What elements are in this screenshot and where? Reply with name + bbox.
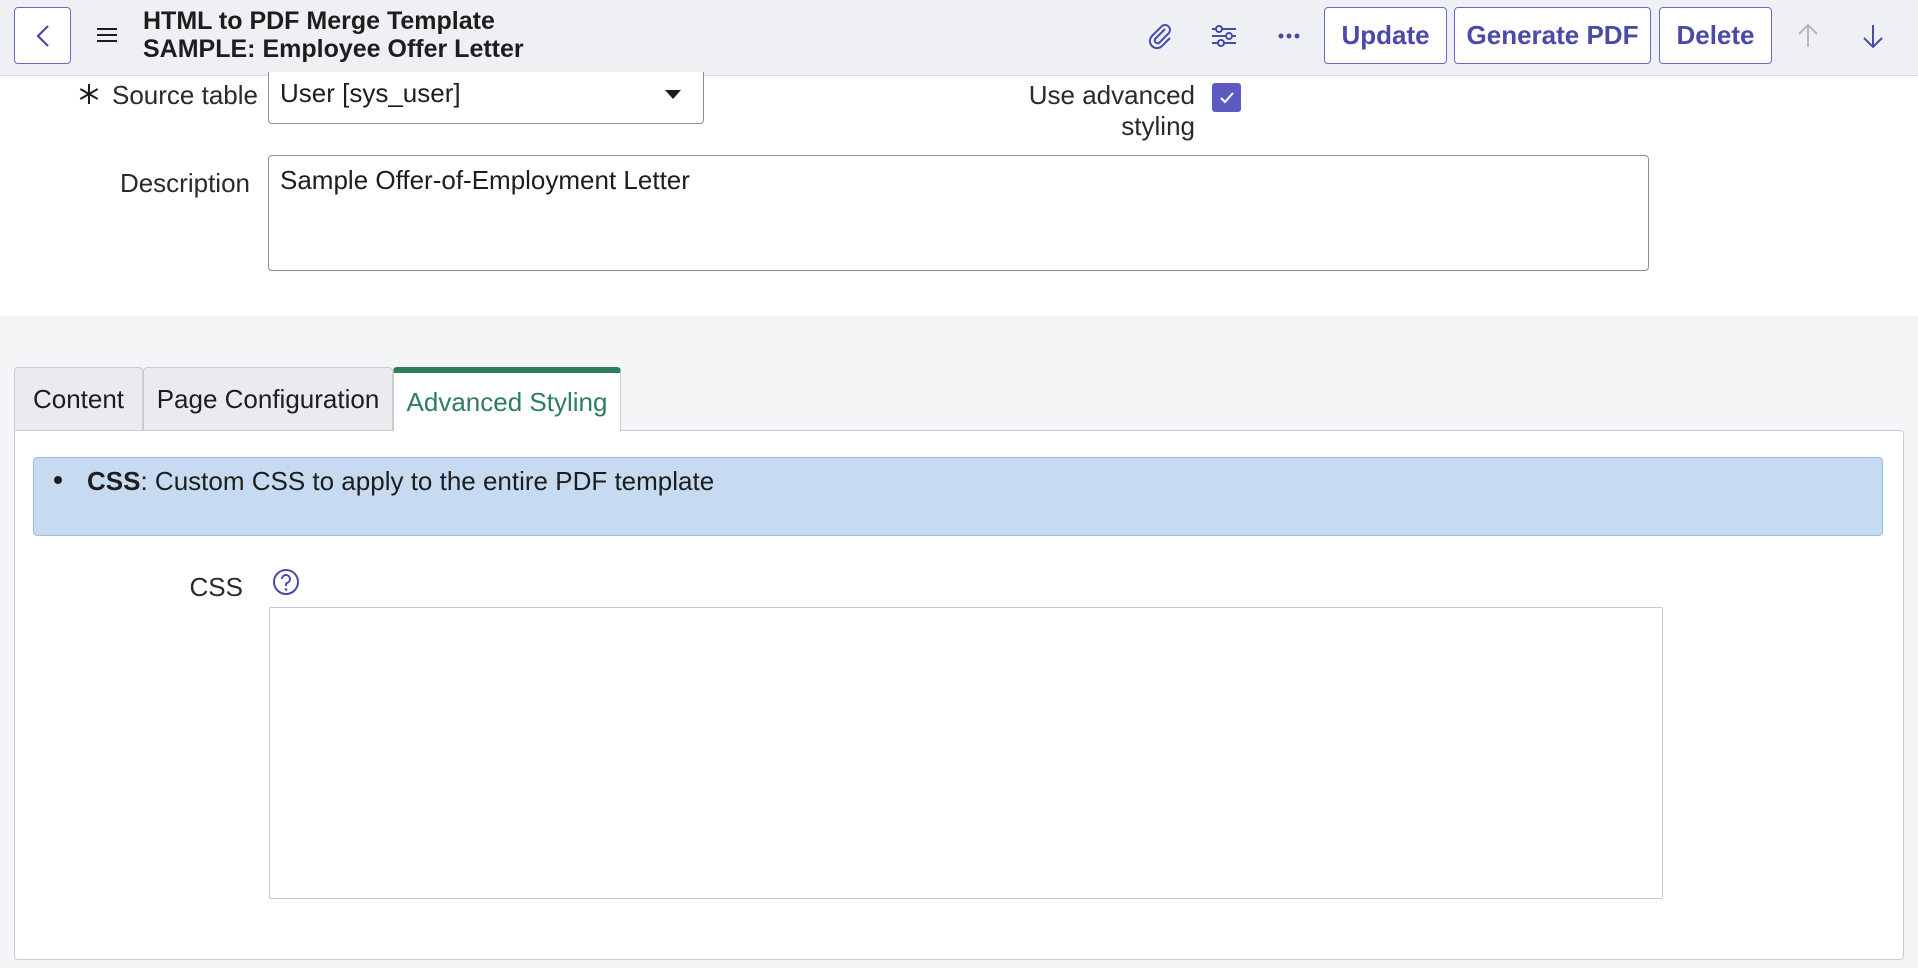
back-button[interactable]	[14, 7, 71, 64]
description-field[interactable]: Sample Offer-of-Employment Letter	[268, 155, 1649, 271]
css-editor[interactable]	[269, 607, 1663, 899]
info-text: : Custom CSS to apply to the entire PDF …	[140, 466, 715, 496]
help-icon[interactable]	[271, 567, 301, 597]
bullet	[54, 476, 62, 485]
chevron-left-icon	[35, 24, 49, 47]
tab-page-configuration[interactable]: Page Configuration	[143, 367, 393, 431]
menu-icon[interactable]	[94, 22, 120, 48]
form-header: HTML to PDF Merge Template SAMPLE: Emplo…	[0, 0, 1918, 76]
advanced-styling-panel: CSS: Custom CSS to apply to the entire P…	[14, 430, 1904, 960]
description-label: Description	[119, 168, 250, 198]
arrow-up-icon	[1788, 16, 1828, 56]
caret-down-icon	[665, 90, 681, 99]
table-name: HTML to PDF Merge Template	[143, 7, 495, 35]
info-term: CSS	[87, 466, 141, 496]
record-title: HTML to PDF Merge Template SAMPLE: Emplo…	[143, 7, 524, 63]
source-table-label: Source table	[112, 80, 258, 110]
use-advanced-styling-label: Use advanced styling	[1028, 80, 1195, 141]
arrow-down-icon[interactable]	[1853, 16, 1893, 56]
use-advanced-styling-checkbox[interactable]	[1212, 83, 1241, 112]
tab-advanced-styling[interactable]: Advanced Styling	[393, 367, 621, 432]
source-table-value: User [sys_user]	[280, 78, 461, 108]
sliders-icon[interactable]	[1204, 16, 1244, 56]
info-message: CSS: Custom CSS to apply to the entire P…	[33, 457, 1883, 536]
check-icon	[1219, 91, 1234, 103]
record-name: SAMPLE: Employee Offer Letter	[143, 35, 524, 63]
more-icon[interactable]	[1269, 16, 1309, 56]
mandatory-asterisk-icon	[79, 84, 99, 104]
update-button[interactable]: Update	[1324, 7, 1447, 64]
tab-content[interactable]: Content	[14, 367, 143, 431]
generate-pdf-button[interactable]: Generate PDF	[1454, 7, 1651, 64]
delete-button[interactable]: Delete	[1659, 7, 1772, 64]
source-table-select[interactable]: User [sys_user]	[268, 72, 704, 124]
css-label: CSS	[189, 572, 243, 602]
paperclip-icon[interactable]	[1140, 16, 1180, 56]
